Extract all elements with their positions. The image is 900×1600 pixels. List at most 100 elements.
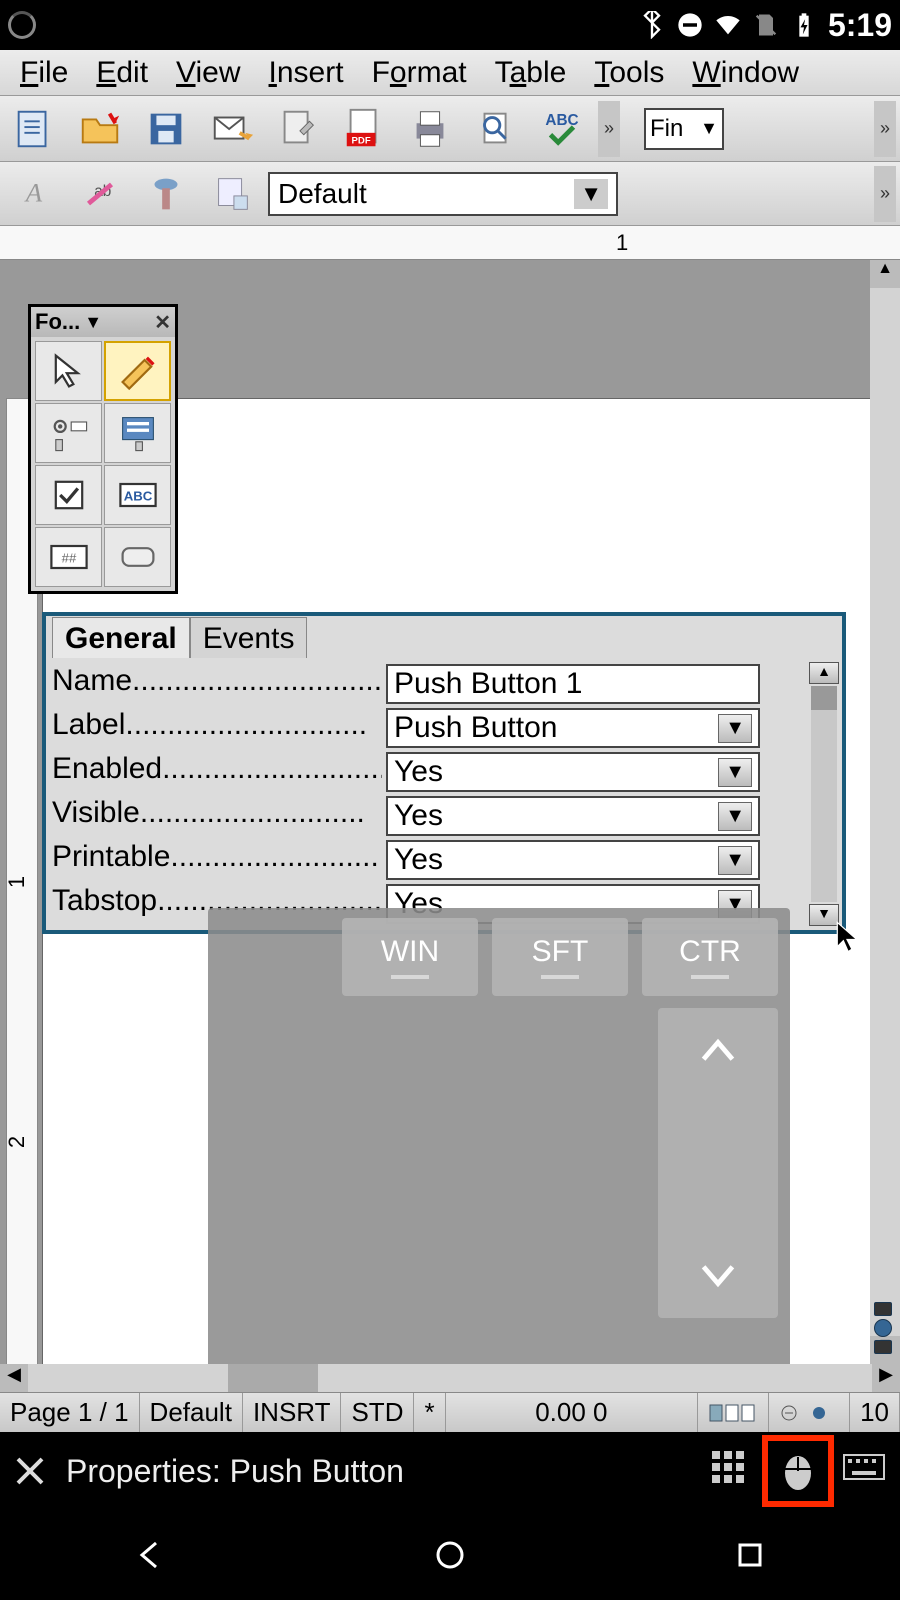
horizontal-ruler[interactable]: 1 (0, 226, 900, 260)
prev-page-button[interactable] (874, 1302, 892, 1316)
menu-tools[interactable]: Tools (580, 52, 678, 94)
text-box-control-button[interactable]: ABC (104, 465, 171, 525)
status-page-style[interactable]: Default (140, 1393, 243, 1432)
menu-format[interactable]: Format (358, 52, 481, 94)
properties-dialog[interactable]: General Events Name.....................… (42, 612, 846, 934)
horizontal-scrollbar[interactable]: ◀ ▶ (0, 1364, 900, 1392)
spellcheck-button[interactable]: ABC (532, 101, 592, 157)
progress-spinner-icon (8, 11, 36, 39)
prop-label-printable: Printable......................... (52, 840, 382, 880)
save-button[interactable] (136, 101, 196, 157)
print-preview-button[interactable] (466, 101, 526, 157)
scroll-left-arrow[interactable]: ◀ (0, 1364, 28, 1392)
close-icon[interactable] (12, 1453, 48, 1489)
prop-label-label: Label............................. (52, 708, 382, 748)
chevron-down-icon[interactable]: ▼ (718, 802, 752, 831)
menu-file[interactable]: File (6, 52, 82, 94)
grid-keyboard-icon[interactable] (708, 1443, 756, 1499)
scroll-up-arrow[interactable]: ▲ (870, 260, 900, 288)
open-document-button[interactable] (70, 101, 130, 157)
keyboard-icon[interactable] (840, 1443, 888, 1499)
toolbar2-overflow-button[interactable]: » (874, 166, 896, 222)
status-position: 0.00 0 (446, 1393, 698, 1432)
toolbar-overflow-button[interactable]: » (598, 101, 620, 157)
svg-text:ABC: ABC (545, 112, 578, 129)
shift-key[interactable]: SFT (492, 918, 628, 996)
svg-text:ABC: ABC (123, 489, 152, 504)
prop-field-printable[interactable]: Yes▼ (386, 840, 760, 880)
android-status-bar: 5:19 (0, 0, 900, 50)
openoffice-writer-window: File Edit View Insert Format Table Tools… (0, 50, 900, 1432)
select-tool-button[interactable] (35, 341, 102, 401)
design-mode-button[interactable] (104, 341, 171, 401)
form-properties-button[interactable] (104, 403, 171, 463)
writer-status-bar: Page 1 / 1 Default INSRT STD * 0.00 0 10 (0, 1392, 900, 1432)
arrow-up-icon[interactable] (694, 1028, 742, 1076)
prop-field-name[interactable]: Push Button 1 (386, 664, 760, 704)
chevron-down-icon[interactable]: ▼ (718, 714, 752, 743)
edit-document-button[interactable] (268, 101, 328, 157)
ctrl-key[interactable]: CTR (642, 918, 778, 996)
email-button[interactable] (202, 101, 262, 157)
back-button[interactable] (130, 1535, 170, 1575)
scrollbar-track[interactable] (811, 686, 837, 902)
paint-format-button[interactable] (136, 166, 196, 222)
vertical-scrollbar[interactable]: ▲ ▼ (870, 260, 900, 1364)
prop-value: Push Button (394, 711, 557, 745)
status-zoom-slider[interactable] (769, 1393, 850, 1432)
push-button-control-button[interactable] (104, 527, 171, 587)
prop-field-label[interactable]: Push Button ▼ (386, 708, 760, 748)
print-button[interactable] (400, 101, 460, 157)
navigator-button[interactable] (874, 1319, 892, 1337)
paragraph-style-combo[interactable]: Default ▼ (268, 172, 618, 216)
mouse-mode-button-highlighted[interactable] (762, 1435, 834, 1507)
status-page[interactable]: Page 1 / 1 (0, 1393, 140, 1432)
ruler-mark-1: 1 (616, 230, 628, 256)
menu-window[interactable]: Window (678, 52, 813, 94)
hscroll-thumb[interactable] (228, 1364, 318, 1392)
scroll-up-button[interactable]: ▲ (809, 662, 839, 684)
toolbar-overflow-button-2[interactable]: » (874, 101, 896, 157)
form-controls-palette[interactable]: Fo... ▼ ✕ ABC ## (28, 304, 178, 594)
prop-value: Yes (394, 755, 443, 789)
next-page-button[interactable] (874, 1340, 892, 1354)
win-key[interactable]: WIN (342, 918, 478, 996)
menu-edit[interactable]: Edit (82, 52, 162, 94)
new-style-button[interactable] (202, 166, 262, 222)
status-view-layout[interactable] (698, 1393, 769, 1432)
arrow-down-icon[interactable] (694, 1250, 742, 1298)
scroll-right-arrow[interactable]: ▶ (872, 1364, 900, 1392)
palette-titlebar[interactable]: Fo... ▼ ✕ (31, 307, 175, 337)
prop-field-enabled[interactable]: Yes ▼ (386, 752, 760, 792)
highlighting-button[interactable]: ab (70, 166, 130, 222)
tab-events[interactable]: Events (190, 617, 308, 658)
home-button[interactable] (430, 1535, 470, 1575)
android-nav-bar (0, 1510, 900, 1600)
prop-label-visible: Visible........................... (52, 796, 382, 836)
standard-toolbar: PDF ABC » Fin ▼ » (0, 96, 900, 162)
checkbox-control-button[interactable] (35, 465, 102, 525)
recent-apps-button[interactable] (730, 1535, 770, 1575)
formatted-field-button[interactable]: ## (35, 527, 102, 587)
chevron-down-icon[interactable]: ▼ (718, 846, 752, 875)
tab-general[interactable]: General (52, 617, 190, 658)
export-pdf-button[interactable]: PDF (334, 101, 394, 157)
control-properties-button[interactable] (35, 403, 102, 463)
styles-button[interactable]: A (4, 166, 64, 222)
wifi-icon (714, 11, 742, 39)
menu-table[interactable]: Table (481, 52, 581, 94)
prop-label-enabled: Enabled........................... (52, 752, 382, 792)
scrollbar-thumb[interactable] (811, 686, 837, 710)
new-document-button[interactable] (4, 101, 64, 157)
chevron-down-icon[interactable]: ▼ (84, 312, 102, 333)
chevron-down-icon[interactable]: ▼ (718, 758, 752, 787)
status-zoom-percent[interactable]: 10 (850, 1393, 900, 1432)
close-icon[interactable]: ✕ (154, 310, 171, 335)
svg-text:PDF: PDF (352, 135, 371, 146)
menu-insert[interactable]: Insert (255, 52, 358, 94)
font-name-combo[interactable]: Fin ▼ (644, 108, 724, 150)
status-selection-mode[interactable]: STD (341, 1393, 414, 1432)
prop-field-visible[interactable]: Yes▼ (386, 796, 760, 836)
menu-view[interactable]: View (162, 52, 254, 94)
status-insert-mode[interactable]: INSRT (243, 1393, 342, 1432)
